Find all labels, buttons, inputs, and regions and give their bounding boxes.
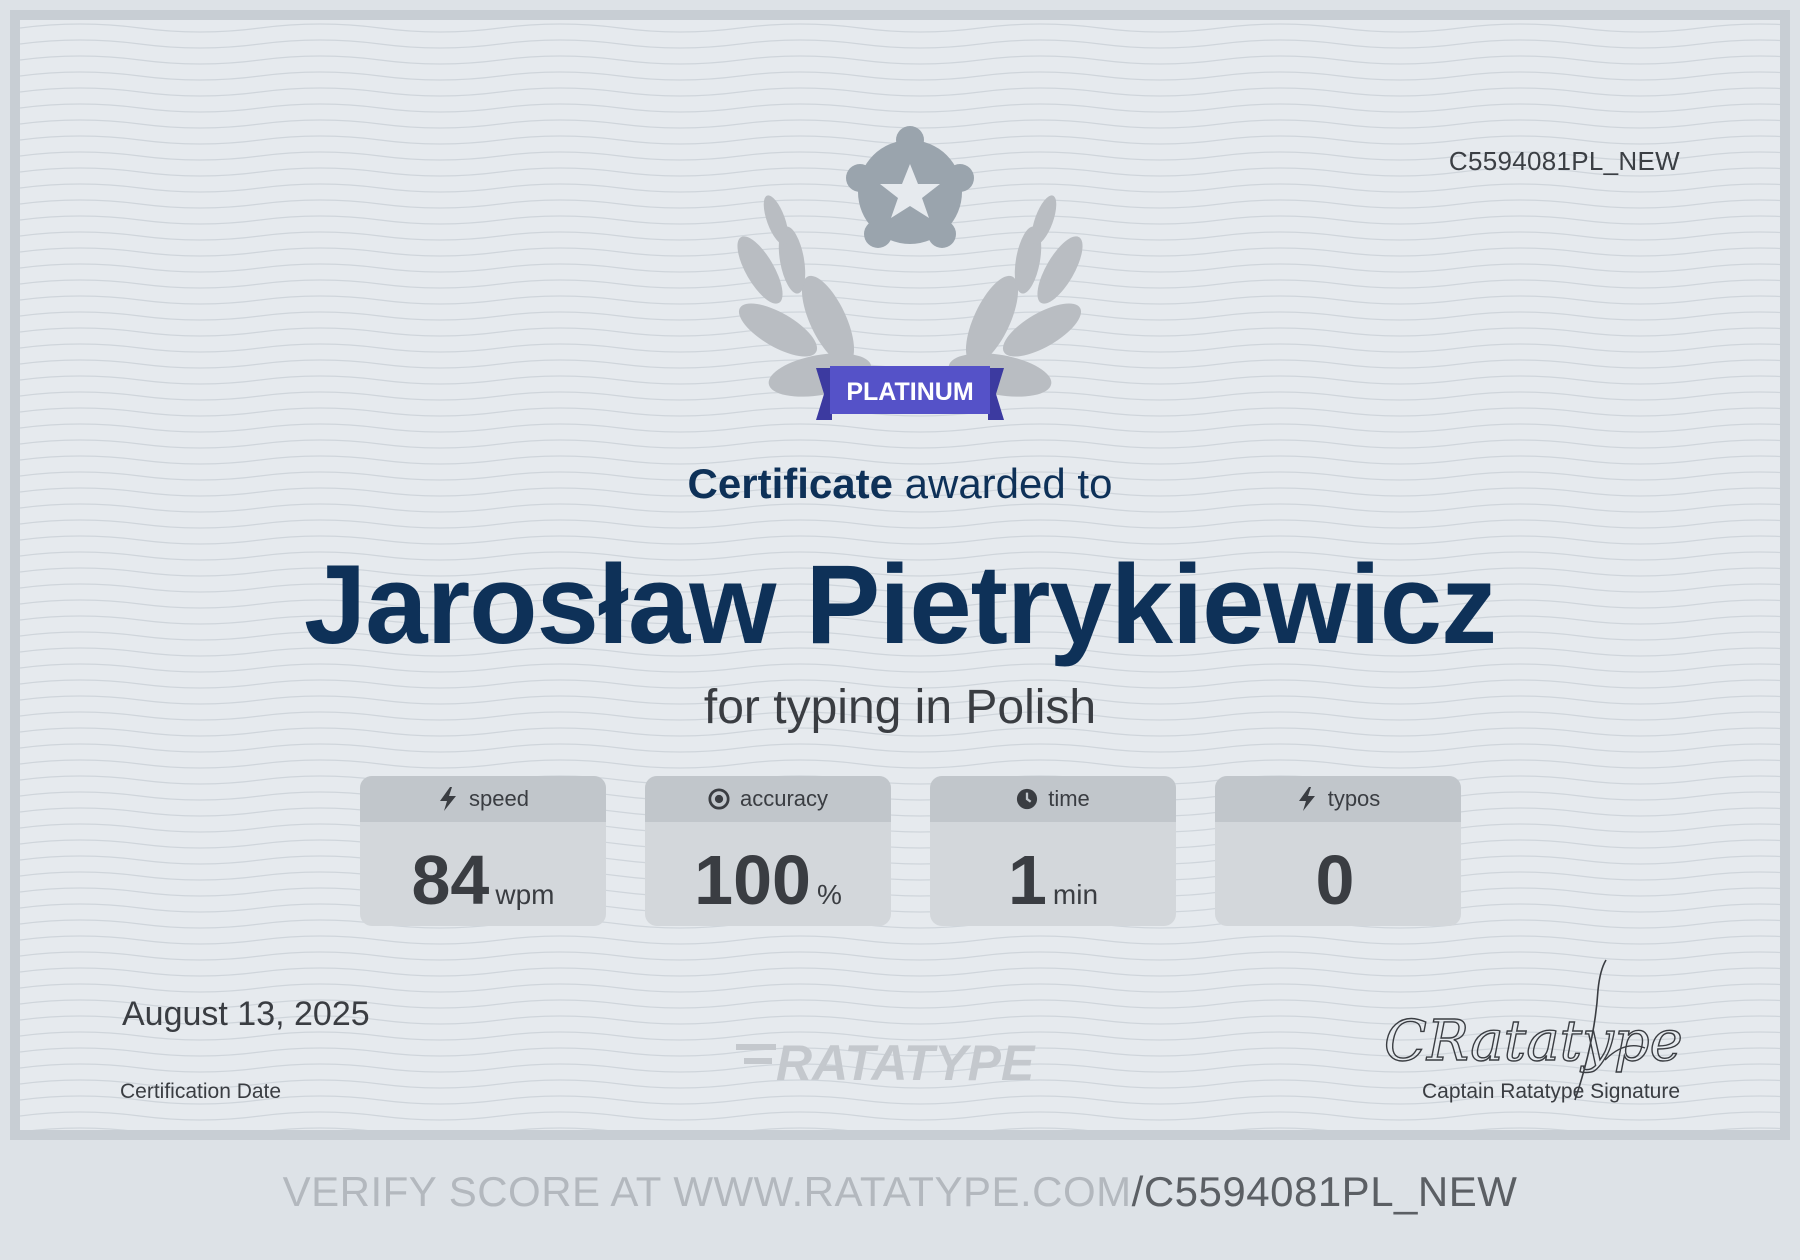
stat-header: typos	[1215, 776, 1461, 822]
stat-label: speed	[469, 786, 529, 811]
stat-label: accuracy	[739, 786, 829, 811]
lightning-icon	[440, 787, 457, 811]
stat-card-time: time 1 min	[930, 776, 1176, 926]
stat-card-speed: speed 84 wpm	[360, 776, 606, 926]
lightning-icon	[1298, 787, 1315, 811]
stat-card-typos: typos 0	[1215, 776, 1461, 926]
stat-header: time	[930, 776, 1176, 822]
stat-value: 84	[411, 841, 490, 919]
certificate-subject: for typing in Polish	[703, 681, 1097, 734]
stat-header: accuracy	[645, 776, 891, 822]
heading-strong: Certificate	[687, 460, 893, 507]
svg-text:CRatatype: CRatatype	[1384, 1009, 1683, 1074]
stat-unit: min	[1052, 879, 1099, 910]
verify-footer: VERIFY SCORE AT WWW.RATATYPE.COM/C559408…	[0, 1168, 1800, 1216]
badge-level-text: PLATINUM	[846, 378, 973, 406]
stat-label: time	[1048, 786, 1090, 811]
ratatype-logo: RATATYPE	[736, 1035, 1036, 1090]
certification-date-label: Certification Date	[120, 1080, 282, 1103]
stat-body: 84 wpm	[360, 822, 606, 926]
verify-prefix: VERIFY SCORE AT WWW.RATATYPE.COM	[282, 1168, 1132, 1215]
stat-unit: wpm	[495, 879, 555, 910]
logo-text: RATATYPE	[776, 1035, 1036, 1090]
stat-card-accuracy: accuracy 100 %	[645, 776, 891, 926]
stat-body: 0	[1215, 822, 1461, 926]
recipient-name: Jarosław Pietrykiewicz	[303, 542, 1497, 667]
verify-code-link[interactable]: /C5594081PL_NEW	[1132, 1168, 1518, 1215]
platinum-badge: PLATINUM	[737, 126, 1083, 420]
heading-rest: awarded to	[904, 460, 1113, 507]
stat-body: 100 %	[645, 822, 891, 926]
certificate-id: C5594081PL_NEW	[1448, 146, 1680, 176]
target-icon	[708, 788, 730, 810]
stat-value: 100	[694, 841, 811, 919]
certificate-heading: Certificate awarded to	[20, 460, 1780, 508]
certification-date: August 13, 2025	[122, 995, 370, 1033]
stat-value: 0	[1315, 841, 1355, 919]
clock-icon	[1017, 788, 1038, 810]
stat-header: speed	[360, 776, 606, 822]
stats-row: speed 84 wpm accuracy 100 % time 1 min t…	[360, 776, 1461, 926]
star-seal-icon	[846, 126, 974, 248]
stat-unit: %	[816, 879, 842, 910]
stat-body: 1 min	[930, 822, 1176, 926]
signature-label: Captain Ratatype Signature	[1422, 1080, 1680, 1103]
stat-value: 1	[1007, 841, 1047, 919]
stat-label: typos	[1327, 786, 1381, 811]
certificate: C5594081PL_NEW PLATINUM Certificate awar…	[10, 10, 1790, 1140]
